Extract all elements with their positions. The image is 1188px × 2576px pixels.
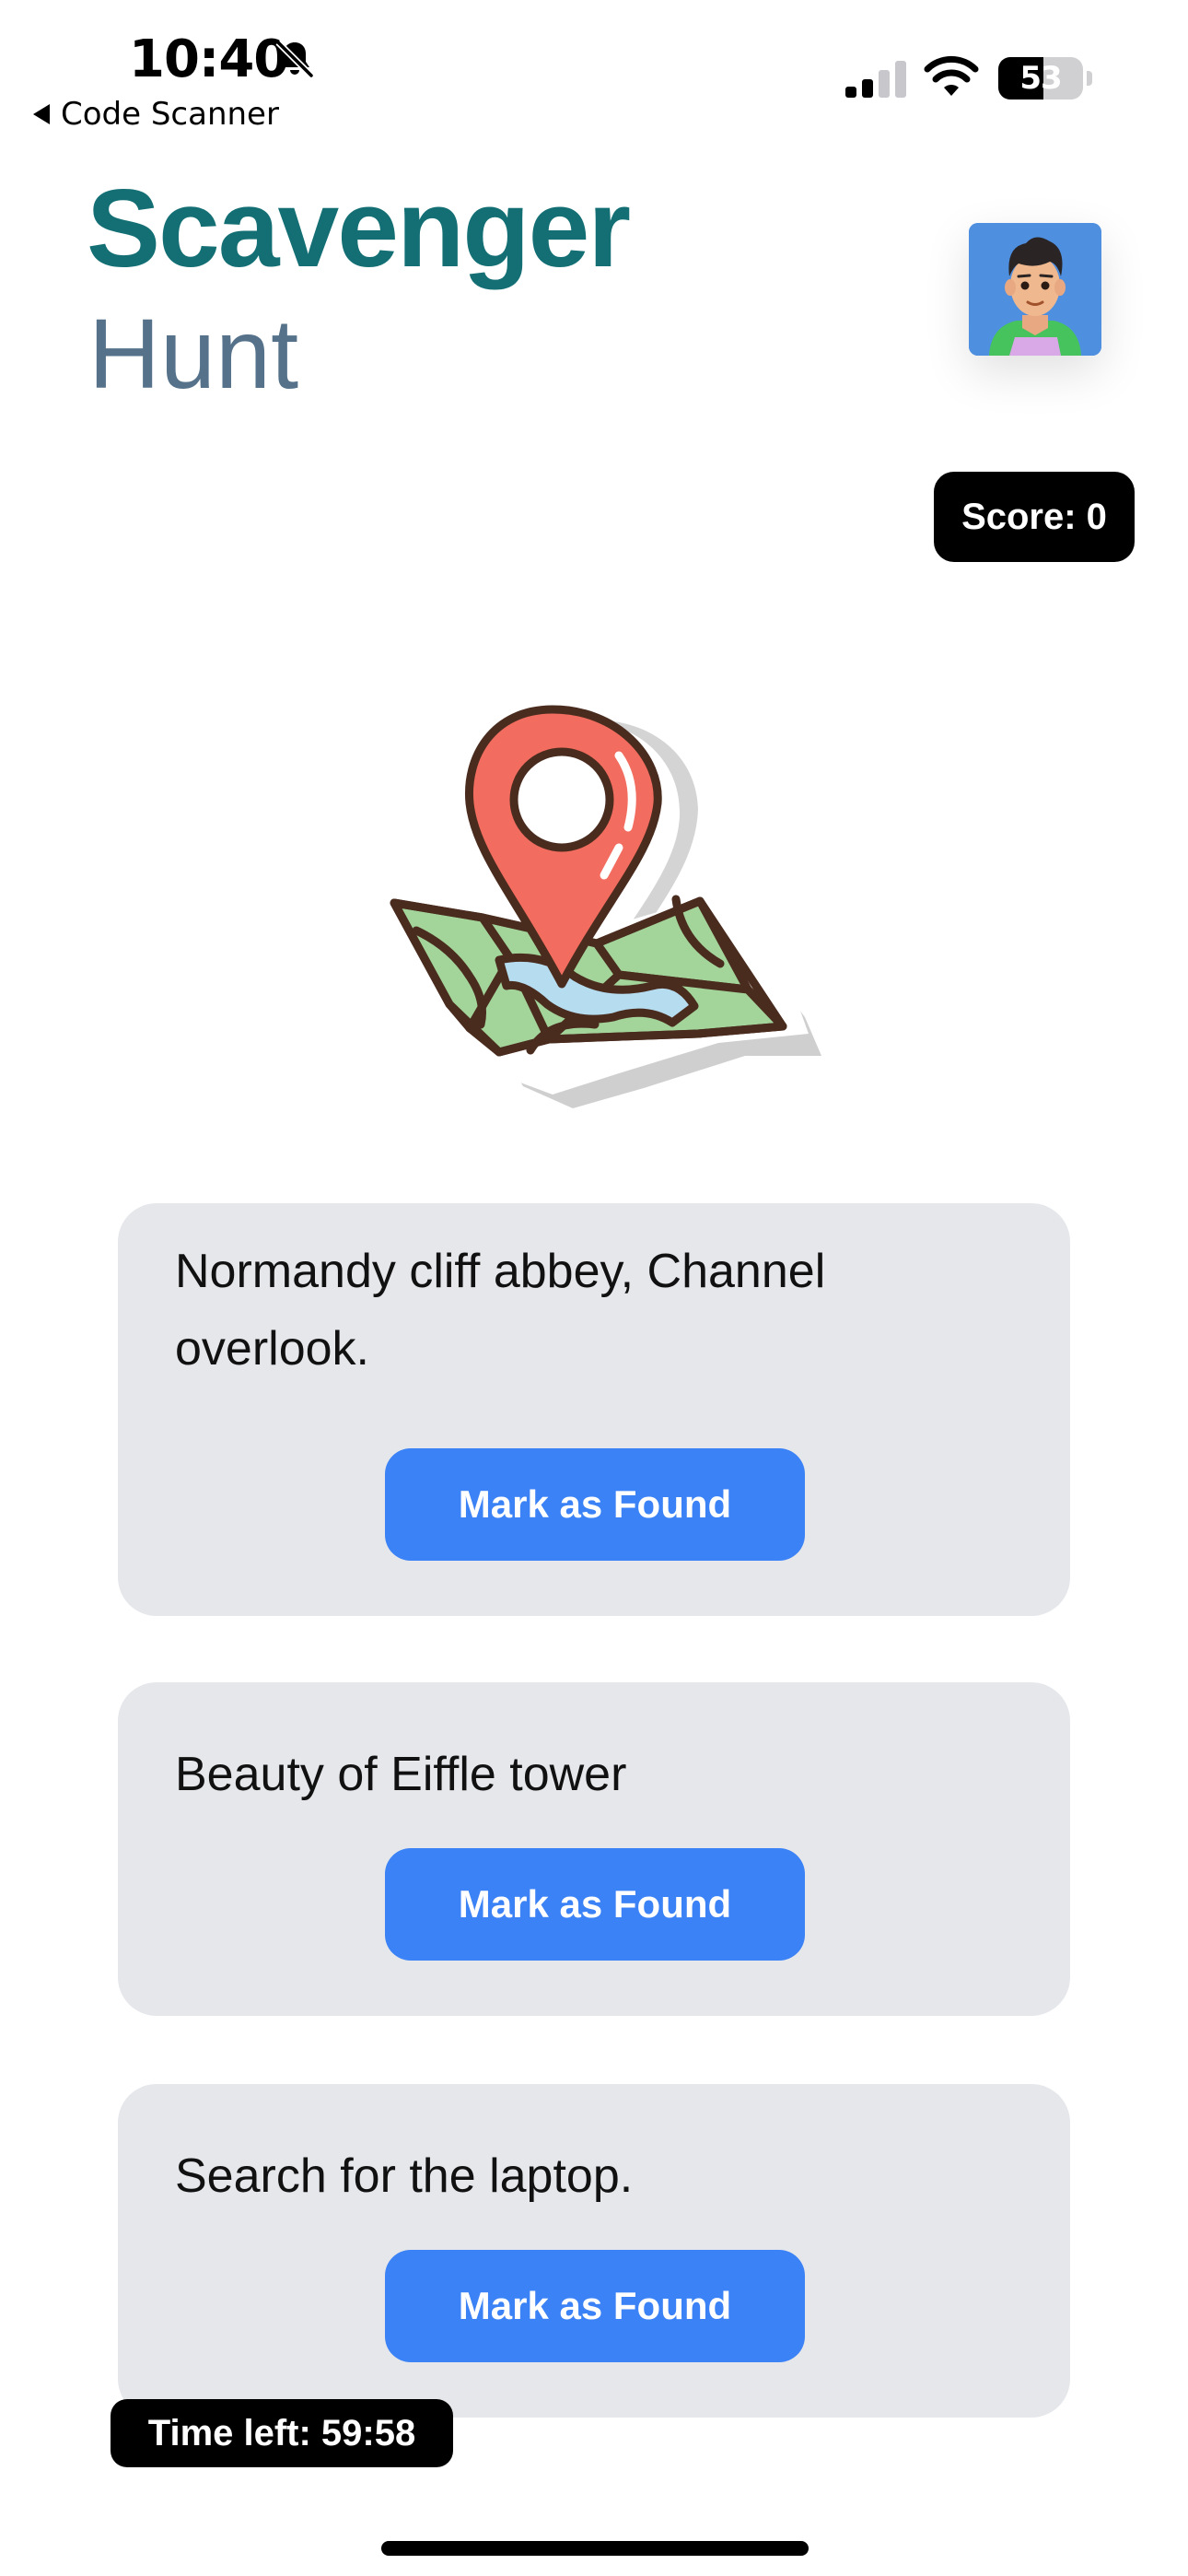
back-arrow-icon <box>33 104 50 124</box>
clue-text: Search for the laptop. <box>175 2149 634 2203</box>
back-link-label: Code Scanner <box>61 96 279 133</box>
clue-text: Beauty of Eiffle tower <box>175 1748 627 1801</box>
wifi-icon <box>924 55 979 96</box>
mark-as-found-button[interactable]: Mark as Found <box>385 1448 805 1561</box>
time-left-badge: Time left: 59:58 <box>111 2399 453 2467</box>
score-badge: Score: 0 <box>934 472 1135 562</box>
page-subtitle: Hunt <box>88 298 299 409</box>
map-pin-icon <box>390 705 821 1108</box>
home-indicator[interactable] <box>381 2541 809 2556</box>
clue-card: Normandy cliff abbey, Channel overlook. … <box>118 1203 1070 1616</box>
mark-as-found-button[interactable]: Mark as Found <box>385 2250 805 2362</box>
user-avatar[interactable] <box>969 223 1101 356</box>
battery-nub <box>1087 71 1092 86</box>
battery-level: 53 <box>1019 60 1062 97</box>
page-title: Scavenger <box>87 167 631 290</box>
battery-indicator: 53 <box>998 57 1083 100</box>
clue-card: Search for the laptop. Mark as Found <box>118 2084 1070 2418</box>
back-to-code-scanner[interactable]: Code Scanner <box>33 96 279 133</box>
bell-slash-icon <box>275 40 314 78</box>
clue-card: Beauty of Eiffle tower Mark as Found <box>118 1682 1070 2016</box>
status-time: 10:40 <box>129 29 289 89</box>
mark-as-found-button[interactable]: Mark as Found <box>385 1848 805 1961</box>
clue-text: Normandy cliff abbey, Channel overlook. <box>175 1245 826 1376</box>
avatar-icon <box>969 223 1101 356</box>
cellular-signal-icon <box>845 61 906 98</box>
